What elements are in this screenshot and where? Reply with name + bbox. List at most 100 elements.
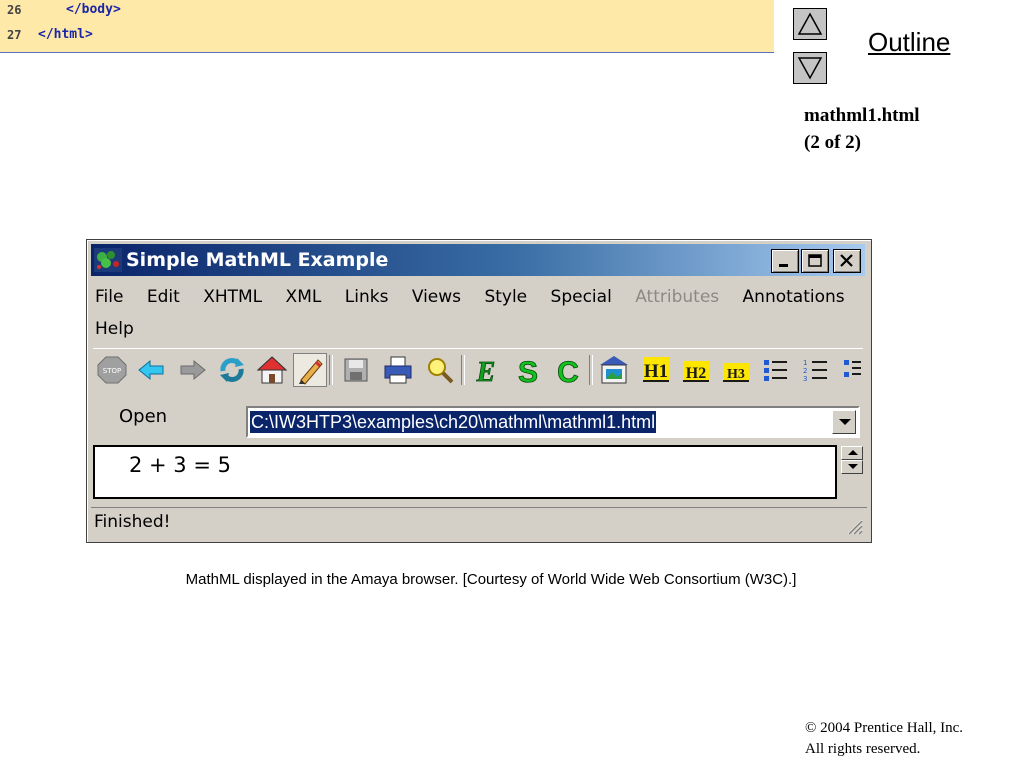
rights-line: All rights reserved. bbox=[805, 741, 921, 757]
status-bar: Finished! bbox=[91, 507, 867, 538]
menu-help[interactable]: Help bbox=[93, 314, 136, 344]
emphasis-label: E bbox=[476, 357, 496, 387]
h3-icon: H3 bbox=[723, 363, 749, 382]
h3-label: H3 bbox=[727, 367, 745, 382]
math-expression: 2 + 3 = 5 bbox=[129, 453, 231, 477]
minimize-button[interactable] bbox=[771, 249, 799, 273]
outline-link[interactable]: Outline bbox=[868, 27, 950, 58]
window-title: Simple MathML Example bbox=[126, 249, 389, 271]
emphasis-button[interactable]: E bbox=[469, 353, 503, 387]
stop-icon: STOP bbox=[97, 356, 127, 384]
menu-row: File Edit XHTML XML Links Views Style Sp… bbox=[93, 282, 861, 312]
figure-caption: MathML displayed in the Amaya browser. [… bbox=[185, 571, 797, 588]
numbered-list-button[interactable]: 123 bbox=[799, 353, 833, 387]
menu-edit[interactable]: Edit bbox=[145, 282, 182, 312]
file-name: mathml1.html bbox=[804, 105, 920, 126]
menu-xhtml[interactable]: XHTML bbox=[201, 282, 264, 312]
menu-style[interactable]: Style bbox=[482, 282, 529, 312]
minimize-icon bbox=[779, 264, 788, 267]
maximize-button[interactable] bbox=[801, 249, 829, 273]
emphasis-icon: E bbox=[475, 357, 496, 387]
code-listing: 26 </body> 27 </html> bbox=[0, 0, 774, 53]
url-input[interactable]: C:\IW3HTP3\examples\ch20\mathml\mathml1.… bbox=[250, 411, 657, 433]
spin-up-button[interactable] bbox=[841, 446, 863, 460]
bullet-list-icon bbox=[764, 360, 787, 381]
url-combobox[interactable]: C:\IW3HTP3\examples\ch20\mathml\mathml1.… bbox=[246, 406, 860, 438]
resize-grip-icon[interactable] bbox=[845, 517, 863, 535]
h1-icon: H1 bbox=[643, 357, 669, 382]
chevron-up-icon bbox=[848, 450, 858, 455]
previous-slide-button[interactable] bbox=[793, 8, 827, 40]
back-button[interactable] bbox=[135, 353, 169, 387]
toolbar: STOP E S C H1 H2 H3 1 2 3 bbox=[93, 348, 863, 393]
chevron-down-icon bbox=[848, 464, 858, 469]
h2-label: H2 bbox=[686, 365, 706, 382]
toolbar-separator bbox=[329, 355, 333, 385]
forward-icon bbox=[180, 359, 206, 381]
open-label: Open bbox=[119, 405, 243, 441]
definition-list-button[interactable] bbox=[839, 353, 861, 387]
svg-text:3: 3 bbox=[803, 375, 807, 383]
url-dropdown-button[interactable] bbox=[832, 410, 856, 434]
status-text: Finished! bbox=[94, 512, 171, 532]
find-icon bbox=[428, 358, 454, 384]
line-number: 26 bbox=[7, 3, 22, 17]
definition-list-icon bbox=[844, 360, 861, 377]
print-button[interactable] bbox=[381, 353, 415, 387]
print-icon bbox=[384, 356, 412, 384]
menu-file[interactable]: File bbox=[93, 282, 125, 312]
code-icon: C bbox=[557, 356, 579, 387]
spin-down-button[interactable] bbox=[841, 460, 863, 474]
h1-label: H1 bbox=[644, 361, 668, 382]
copyright-line: © 2004 Prentice Hall, Inc. bbox=[805, 720, 964, 736]
amaya-window: Simple MathML Example File Edit XHTML XM… bbox=[86, 239, 872, 543]
maximize-icon bbox=[808, 254, 822, 267]
forward-button[interactable] bbox=[175, 353, 209, 387]
code-button[interactable]: C bbox=[551, 353, 585, 387]
menu-xml[interactable]: XML bbox=[284, 282, 324, 312]
h3-button[interactable]: H3 bbox=[719, 353, 753, 387]
code-text: </body> bbox=[66, 2, 121, 17]
next-slide-button[interactable] bbox=[793, 52, 827, 84]
save-button[interactable] bbox=[339, 353, 373, 387]
triangle-up-icon bbox=[797, 12, 823, 35]
amaya-app-icon bbox=[94, 248, 122, 272]
page-info: (2 of 2) bbox=[804, 132, 861, 153]
menu-row: Help bbox=[93, 314, 150, 344]
svg-text:STOP: STOP bbox=[103, 367, 121, 375]
edit-mode-button[interactable] bbox=[293, 353, 327, 387]
h1-button[interactable]: H1 bbox=[639, 353, 673, 387]
menu-views[interactable]: Views bbox=[410, 282, 463, 312]
toolbar-separator bbox=[589, 355, 593, 385]
edit-mode-icon bbox=[299, 359, 323, 385]
menu-annotations[interactable]: Annotations bbox=[741, 282, 847, 312]
h2-button[interactable]: H2 bbox=[679, 353, 713, 387]
image-button[interactable] bbox=[597, 353, 631, 387]
document-view[interactable]: 2 + 3 = 5 bbox=[93, 445, 837, 499]
save-icon bbox=[344, 358, 368, 382]
strong-button[interactable]: S bbox=[511, 353, 545, 387]
title-bar[interactable]: Simple MathML Example bbox=[91, 244, 865, 276]
copyright: © 2004 Prentice Hall, Inc. All rights re… bbox=[805, 718, 963, 760]
h2-icon: H2 bbox=[683, 361, 709, 382]
back-icon bbox=[138, 359, 164, 381]
home-button[interactable] bbox=[255, 353, 289, 387]
find-button[interactable] bbox=[423, 353, 457, 387]
file-title: mathml1.html (2 of 2) bbox=[804, 102, 920, 156]
bullet-list-button[interactable] bbox=[759, 353, 793, 387]
strong-icon: S bbox=[518, 356, 539, 387]
reload-button[interactable] bbox=[215, 353, 249, 387]
chevron-down-icon bbox=[839, 419, 851, 425]
menu-special[interactable]: Special bbox=[549, 282, 614, 312]
line-number: 27 bbox=[7, 28, 22, 42]
close-button[interactable] bbox=[833, 249, 861, 273]
menu-links[interactable]: Links bbox=[343, 282, 391, 312]
view-spinner[interactable] bbox=[841, 446, 863, 474]
strong-label: S bbox=[518, 356, 538, 387]
toolbar-separator bbox=[461, 355, 465, 385]
reload-icon bbox=[220, 358, 244, 382]
close-icon bbox=[840, 254, 853, 267]
stop-button[interactable]: STOP bbox=[95, 353, 129, 387]
image-icon bbox=[600, 356, 628, 384]
home-icon bbox=[256, 356, 288, 384]
